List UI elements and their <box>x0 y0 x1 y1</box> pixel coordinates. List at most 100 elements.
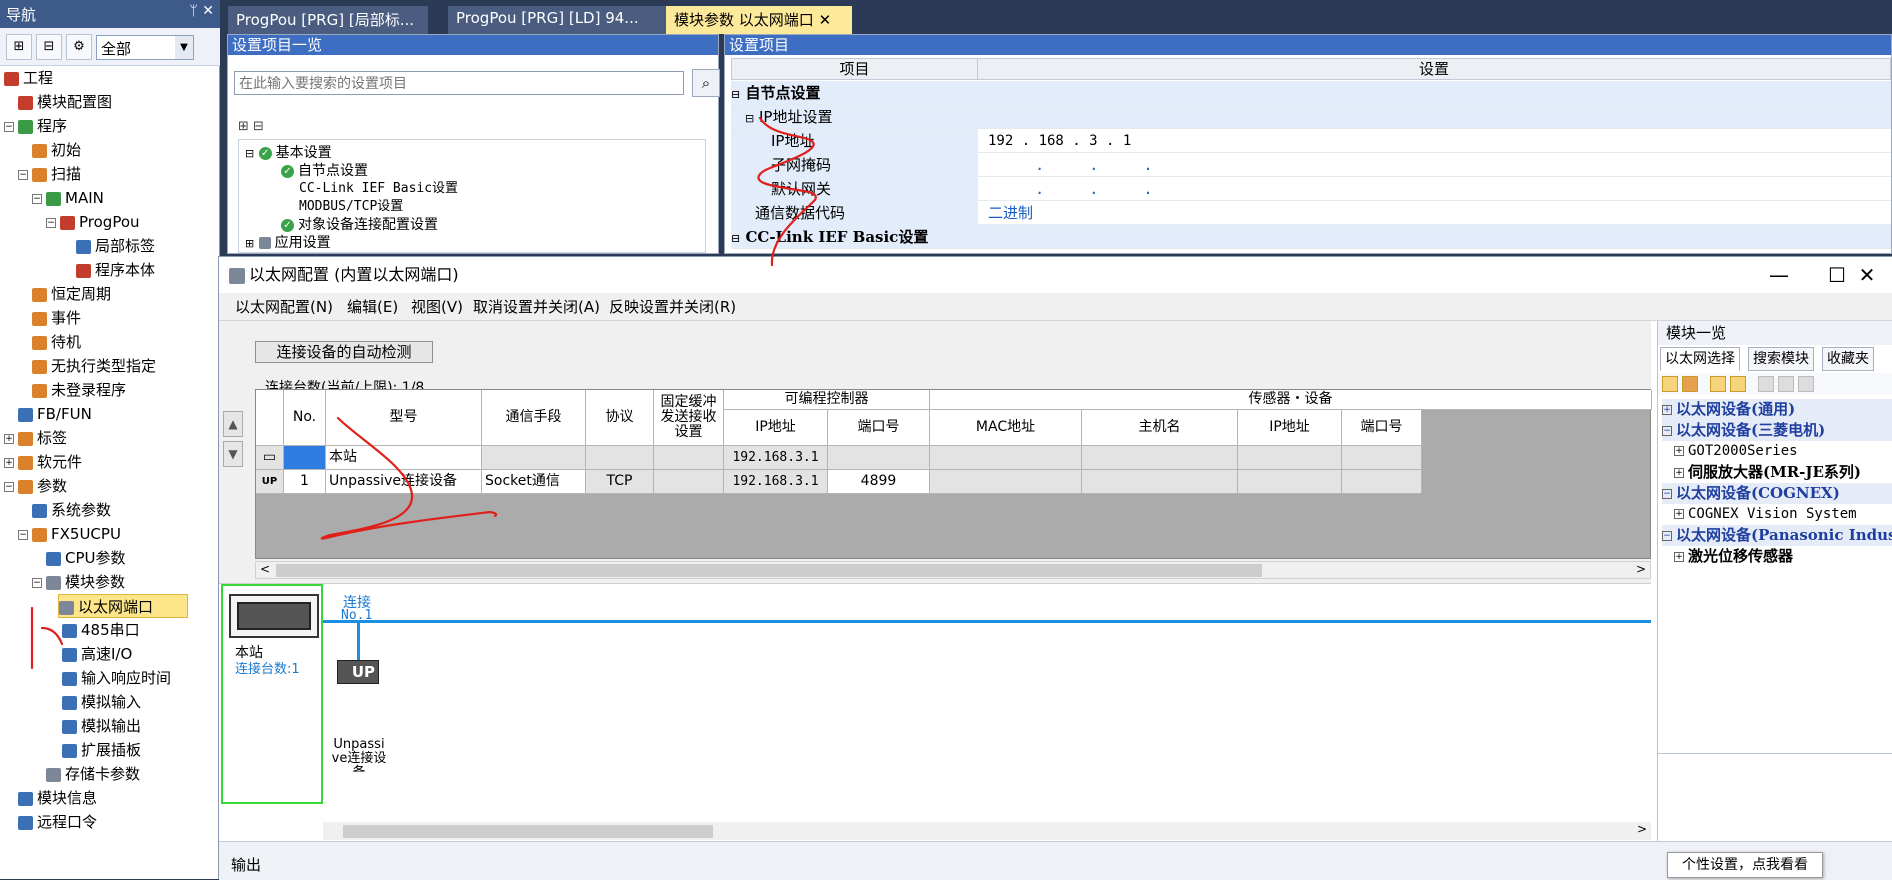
tree-item-system-params[interactable]: 系统参数 <box>32 498 111 522</box>
table-cell-model[interactable]: 本站 <box>326 446 482 470</box>
settings-tree-own-node[interactable]: ✓ 自节点设置 <box>281 162 368 180</box>
tree-item-project[interactable]: 工程 <box>4 66 53 90</box>
collapse-icon[interactable]: − <box>4 481 14 492</box>
own-station-node[interactable]: 本站 连接台数:1 <box>221 584 323 804</box>
expand-icon[interactable]: + <box>4 457 14 468</box>
table-cell-model[interactable]: Unpassive连接设备 <box>326 470 482 494</box>
table-cell-protocol[interactable]: TCP <box>586 470 654 494</box>
tree-item-analog-output[interactable]: 模拟输出 <box>62 714 141 738</box>
tree-item-fx5ucpu[interactable]: − FX5UCPU <box>18 522 121 546</box>
table-cell-comm[interactable]: Socket通信 <box>482 470 586 494</box>
menu-cancel-close[interactable]: 取消设置并关闭(A) <box>473 293 600 321</box>
star-icon[interactable] <box>1758 376 1774 392</box>
default-gateway-value[interactable]: . . . <box>984 177 1891 201</box>
tree-item-ethernet-port[interactable]: 以太网端口 <box>58 594 188 618</box>
setting-ip-config[interactable]: ⊟ IP地址设置 <box>731 105 1891 129</box>
tree-item-program-body[interactable]: 程序本体 <box>76 258 155 282</box>
tab-search-module[interactable]: 搜索模块 <box>1748 347 1814 371</box>
close-icon[interactable]: ✕ <box>819 11 832 29</box>
tree-item-main[interactable]: − MAIN <box>32 186 104 210</box>
tree-item-unregistered[interactable]: 未登录程序 <box>32 378 126 402</box>
module-item-got2000[interactable]: + GOT2000Series <box>1674 441 1798 462</box>
setting-ip-address[interactable]: IP地址 192 . 168 . 3 . 1 <box>731 129 1891 153</box>
pin-close-icon[interactable]: ᛘ ✕ <box>189 3 214 19</box>
move-up-button[interactable]: ▲ <box>223 411 243 437</box>
collapse-icon[interactable]: − <box>18 169 28 180</box>
output-panel[interactable]: 输出 个性设置，点我看看 <box>219 841 1892 880</box>
settings-tree-cclink[interactable]: CC-Link IEF Basic设置 <box>299 180 458 198</box>
binoculars-icon[interactable]: ⌕ <box>692 69 720 97</box>
add-favorite-icon[interactable] <box>1778 376 1794 392</box>
sort-desc-icon[interactable] <box>1682 376 1698 392</box>
tree-item-module-config[interactable]: 模块配置图 <box>18 90 112 114</box>
module-item-servo[interactable]: + 伺服放大器(MR-JE系列) <box>1674 462 1861 483</box>
scroll-thumb[interactable] <box>276 564 1262 577</box>
unpassive-device-icon[interactable]: UP <box>337 660 379 684</box>
tab-progpou-ld[interactable]: ProgPou [PRG] [LD] 94... <box>448 6 672 34</box>
personalize-hint[interactable]: 个性设置，点我看看 <box>1667 852 1823 878</box>
module-category-generic[interactable]: + 以太网设备(通用) <box>1662 399 1892 420</box>
ip-address-value[interactable]: 192 . 168 . 3 . 1 <box>984 129 1891 153</box>
tree-item-fixed-cycle[interactable]: 恒定周期 <box>32 282 111 306</box>
collapse-icon[interactable]: − <box>46 217 56 228</box>
tree-item-module-params[interactable]: − 模块参数 <box>32 570 125 594</box>
tab-progpou-labels[interactable]: ProgPou [PRG] [局部标... <box>228 6 428 34</box>
tree-view-toggle-icon[interactable]: ⊞ ⊟ <box>238 119 264 134</box>
tree-item-no-exec-type[interactable]: 无执行类型指定 <box>32 354 156 378</box>
module-category-cognex[interactable]: − 以太网设备(COGNEX) <box>1662 483 1892 504</box>
tab-ethernet-select[interactable]: 以太网选择 <box>1660 347 1740 371</box>
collapse-icon[interactable]: − <box>4 121 14 132</box>
comm-data-code-value[interactable]: 二进制 <box>984 201 1891 225</box>
menu-apply-close[interactable]: 反映设置并关闭(R) <box>609 293 736 321</box>
menu-edit[interactable]: 编辑(E) <box>347 293 398 321</box>
settings-search-input[interactable] <box>234 71 684 95</box>
diagram-horizontal-scrollbar[interactable]: > <box>323 822 1651 840</box>
tree-item-485-port[interactable]: 485串口 <box>62 618 140 642</box>
tree-item-analog-input[interactable]: 模拟输入 <box>62 690 141 714</box>
table-horizontal-scrollbar[interactable]: < > <box>255 561 1651 579</box>
collapse-icon[interactable]: − <box>32 193 42 204</box>
settings-tree-application[interactable]: ⊞ 应用设置 <box>245 234 331 252</box>
tab-module-params-ethernet[interactable]: 模块参数 以太网端口 ✕ <box>666 6 852 34</box>
scroll-left-icon[interactable]: < <box>260 562 270 576</box>
minimize-button[interactable]: — <box>1751 257 1807 293</box>
tree-item-program[interactable]: − 程序 <box>4 114 67 138</box>
tree-item-module-info[interactable]: 模块信息 <box>18 786 97 810</box>
tree-item-cpu-params[interactable]: CPU参数 <box>46 546 126 570</box>
module-item-cognex-vision[interactable]: + COGNEX Vision System <box>1674 504 1857 525</box>
scroll-thumb[interactable] <box>343 825 713 838</box>
collapse-icon[interactable]: − <box>18 529 28 540</box>
tree-item-initial[interactable]: 初始 <box>32 138 81 162</box>
module-category-panasonic[interactable]: −以太网设备(Panasonic Industrial Devices SUNX… <box>1662 525 1892 546</box>
tree-item-parameters[interactable]: − 参数 <box>4 474 67 498</box>
table-cell-no[interactable] <box>284 446 326 470</box>
table-cell-no[interactable]: 1 <box>284 470 326 494</box>
tree-item-memory-card[interactable]: 存储卡参数 <box>46 762 140 786</box>
scroll-right-icon[interactable]: > <box>1636 562 1646 576</box>
close-button[interactable]: ✕ <box>1839 257 1892 293</box>
expand-icon[interactable]: + <box>4 433 14 444</box>
tree-item-standby[interactable]: 待机 <box>32 330 81 354</box>
chevron-down-icon[interactable]: ▼ <box>175 36 193 59</box>
tree-item-expansion-board[interactable]: 扩展插板 <box>62 738 141 762</box>
setting-comm-data-code[interactable]: 通信数据代码 二进制 <box>731 201 1891 225</box>
setting-cclink[interactable]: ⊟ CC-Link IEF Basic设置 <box>731 225 1891 249</box>
tree-item-scan[interactable]: − 扫描 <box>18 162 81 186</box>
expand-tree-icon[interactable]: ⊞ <box>6 34 32 60</box>
filter-select[interactable]: 全部 ▼ <box>96 35 194 60</box>
tree-item-devices[interactable]: + 软元件 <box>4 450 82 474</box>
subnet-mask-value[interactable]: . . . <box>984 153 1891 177</box>
tree-item-remote-password[interactable]: 远程口令 <box>18 810 97 834</box>
remove-favorite-icon[interactable] <box>1798 376 1814 392</box>
settings-tree-modbus[interactable]: MODBUS/TCP设置 <box>299 198 403 216</box>
settings-tree-basic[interactable]: ⊟ ✓ 基本设置 <box>245 144 332 162</box>
sort-icon[interactable] <box>1662 376 1678 392</box>
tree-item-event[interactable]: 事件 <box>32 306 81 330</box>
scroll-right-icon[interactable]: > <box>1637 822 1647 836</box>
tree-item-local-labels[interactable]: 局部标签 <box>76 234 155 258</box>
view-list-icon[interactable] <box>1710 376 1726 392</box>
tree-item-high-speed-io[interactable]: 高速I/O <box>62 642 132 666</box>
module-category-mitsubishi[interactable]: − 以太网设备(三菱电机) <box>1662 420 1892 441</box>
tab-favorites[interactable]: 收藏夹 <box>1822 347 1874 371</box>
menu-view[interactable]: 视图(V) <box>411 293 463 321</box>
